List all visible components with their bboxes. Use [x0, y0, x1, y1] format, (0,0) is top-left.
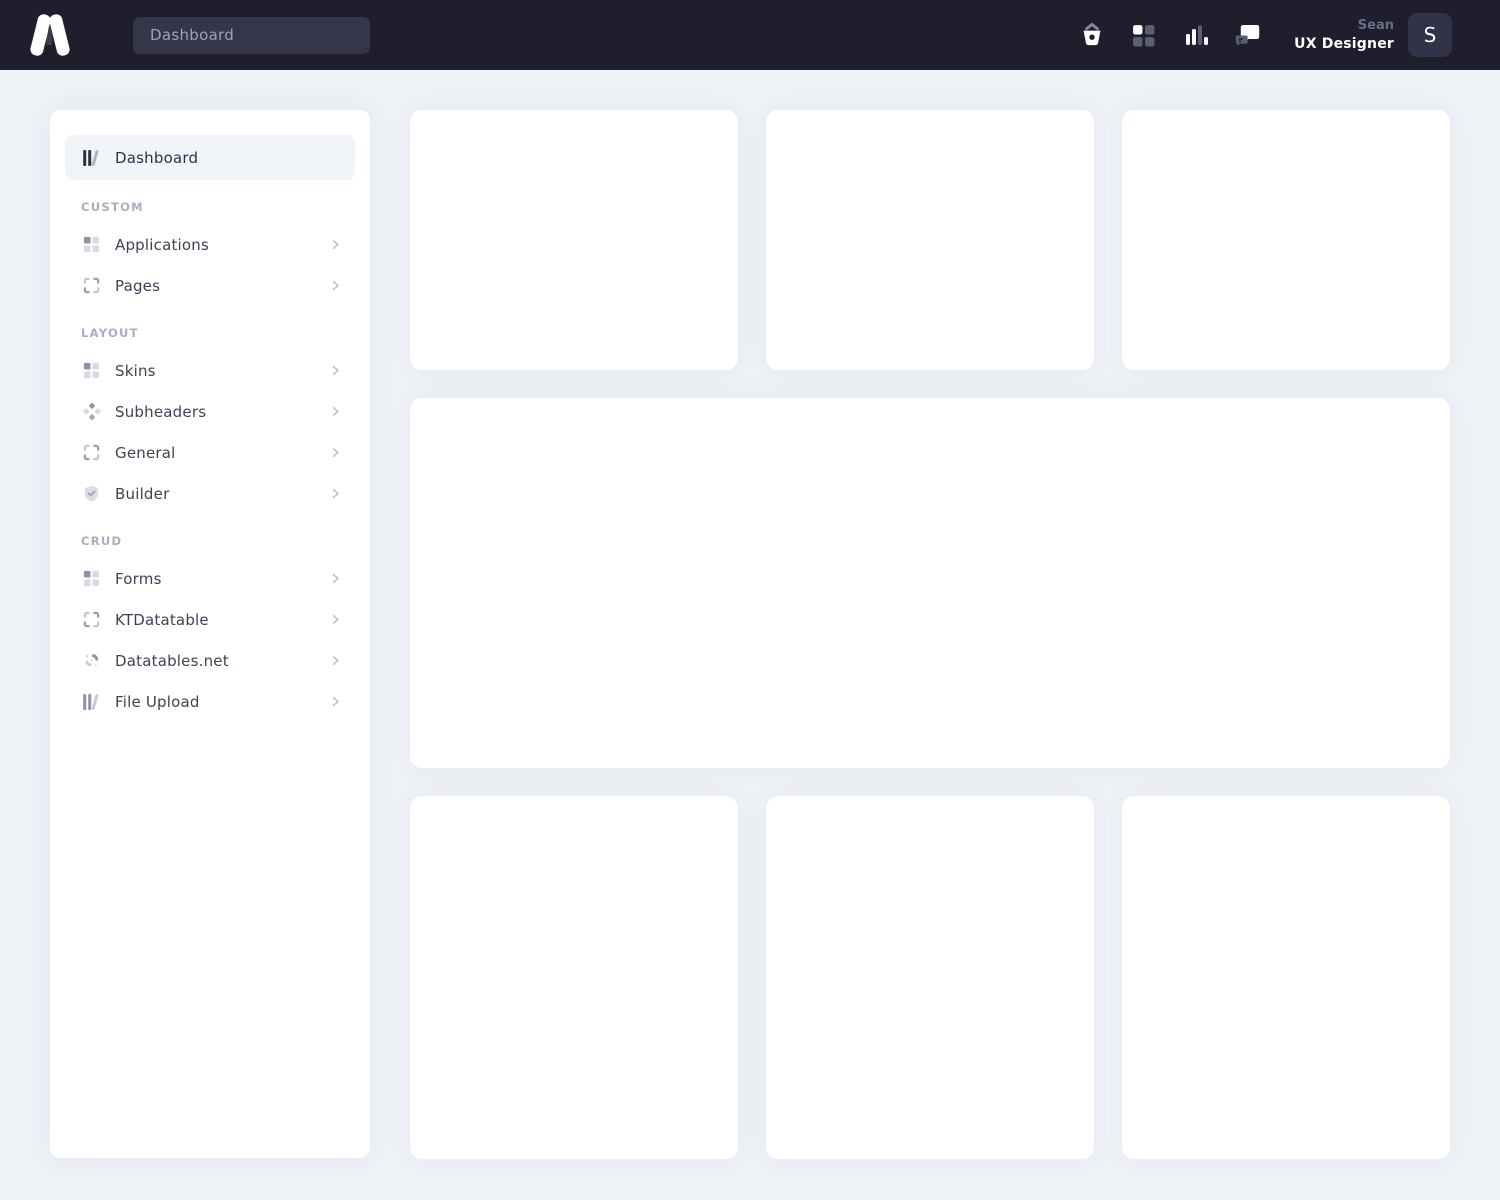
- chevron-right-icon: [328, 694, 343, 709]
- frame-icon: [81, 610, 101, 630]
- sidebar-item-general[interactable]: General: [65, 432, 355, 473]
- chat-icon[interactable]: [1234, 22, 1261, 49]
- avatar[interactable]: S: [1408, 13, 1452, 57]
- card-bottom-1: [410, 796, 738, 1159]
- sidebar-item-label: General: [115, 444, 176, 462]
- user-role: UX Designer: [1294, 36, 1394, 52]
- frame-icon: [81, 276, 101, 296]
- chevron-right-icon: [328, 237, 343, 252]
- chevron-right-icon: [328, 278, 343, 293]
- section-title-custom: CUSTOM: [81, 200, 355, 214]
- sidebar-item-label: KTDatatable: [115, 611, 209, 629]
- page-body: Dashboard CUSTOM Applications: [0, 70, 1500, 1159]
- sidebar-item-applications[interactable]: Applications: [65, 224, 355, 265]
- logo-icon: [26, 14, 74, 56]
- sidebar-item-datatables-net[interactable]: Datatables.net: [65, 640, 355, 681]
- card-bottom-3: [1122, 796, 1450, 1159]
- sidebar-item-ktdatatable[interactable]: KTDatatable: [65, 599, 355, 640]
- grid-squares-icon: [81, 569, 101, 589]
- sidebar-item-label: Skins: [115, 362, 156, 380]
- sidebar-item-label: Pages: [115, 277, 160, 295]
- chevron-right-icon: [328, 363, 343, 378]
- sidebar-item-label: Subheaders: [115, 403, 206, 421]
- sidebar-item-skins[interactable]: Skins: [65, 350, 355, 391]
- chevron-right-icon: [328, 612, 343, 627]
- burst-icon: [81, 651, 101, 671]
- sidebar-item-label: Builder: [115, 485, 169, 503]
- library-icon: [81, 148, 101, 168]
- user-info[interactable]: Sean UX Designer: [1294, 18, 1394, 52]
- sidebar-item-dashboard[interactable]: Dashboard: [65, 135, 355, 180]
- card-top-1: [410, 110, 738, 370]
- section-title-layout: LAYOUT: [81, 326, 355, 340]
- app-logo[interactable]: [0, 14, 100, 56]
- sidebar-item-forms[interactable]: Forms: [65, 558, 355, 599]
- sidebar: Dashboard CUSTOM Applications: [50, 110, 370, 1158]
- chevron-right-icon: [328, 486, 343, 501]
- sidebar-item-subheaders[interactable]: Subheaders: [65, 391, 355, 432]
- grid-squares-icon: [81, 235, 101, 255]
- grid-icon[interactable]: [1130, 22, 1157, 49]
- sidebar-item-file-upload[interactable]: File Upload: [65, 681, 355, 722]
- chevron-right-icon: [328, 571, 343, 586]
- bar-chart-icon[interactable]: [1182, 22, 1209, 49]
- sidebar-item-label: Forms: [115, 570, 162, 588]
- sidebar-item-pages[interactable]: Pages: [65, 265, 355, 306]
- header-actions: Sean UX Designer S: [1078, 13, 1452, 57]
- grid-squares-icon: [81, 361, 101, 381]
- card-top-2: [766, 110, 1094, 370]
- library-icon: [81, 692, 101, 712]
- diamonds-icon: [81, 402, 101, 422]
- card-top-3: [1122, 110, 1450, 370]
- chevron-right-icon: [328, 653, 343, 668]
- section-title-crud: CRUD: [81, 534, 355, 548]
- shield-check-icon: [81, 484, 101, 504]
- card-bottom-2: [766, 796, 1094, 1159]
- content-area: [410, 110, 1450, 1159]
- sidebar-item-builder[interactable]: Builder: [65, 473, 355, 514]
- sidebar-item-label: Applications: [115, 236, 209, 254]
- basket-icon[interactable]: [1078, 22, 1105, 49]
- sidebar-item-label: File Upload: [115, 693, 200, 711]
- user-name: Sean: [1294, 18, 1394, 33]
- page-title[interactable]: Dashboard: [133, 17, 370, 54]
- chevron-right-icon: [328, 404, 343, 419]
- top-header: Dashboard: [0, 0, 1500, 70]
- sidebar-item-label: Datatables.net: [115, 652, 229, 670]
- frame-icon: [81, 443, 101, 463]
- card-wide: [410, 398, 1450, 768]
- chevron-right-icon: [328, 445, 343, 460]
- sidebar-item-label: Dashboard: [115, 149, 198, 167]
